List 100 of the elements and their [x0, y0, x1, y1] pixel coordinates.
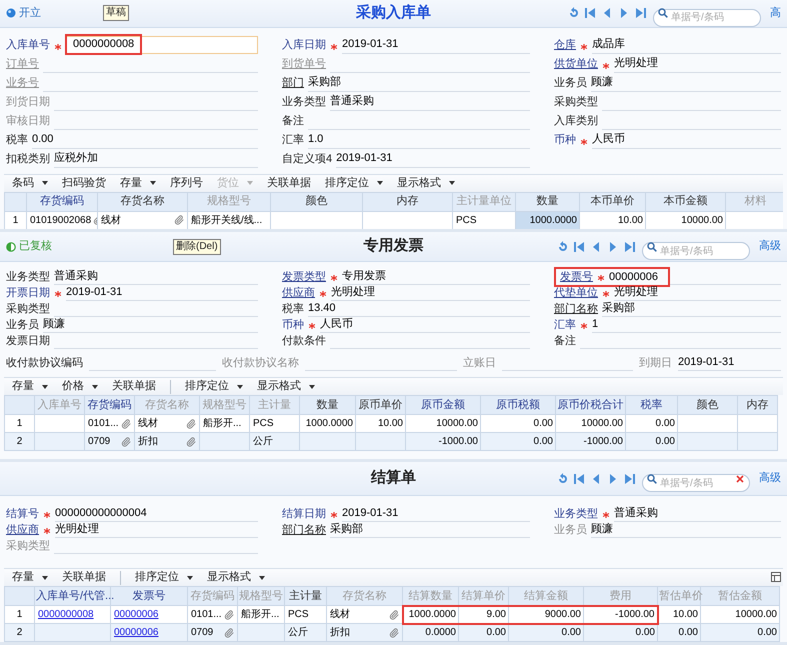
input-field[interactable]: 采购部 [330, 522, 530, 538]
field-label: 业务类型 [554, 506, 598, 522]
field-label: 订单号 [6, 57, 39, 72]
toolbar-button[interactable]: 关联单据 [112, 378, 156, 395]
toolbar-button[interactable]: 关联单据 [267, 174, 311, 192]
field-label: 立账日 [463, 356, 496, 370]
input-field[interactable]: 0.00 [32, 130, 258, 149]
input-field[interactable]: 光明处理 [55, 522, 258, 538]
input-field[interactable]: 顾濂 [43, 317, 258, 333]
input-field[interactable]: 2019-01-31 [336, 148, 530, 168]
input-field[interactable]: 采购部 [308, 72, 530, 92]
table-cell: 船形开... [203, 418, 242, 429]
input-field[interactable]: 1.0 [308, 130, 530, 149]
table-cell: 10000.00 [681, 214, 723, 226]
table-cell: 0.00 [562, 627, 581, 638]
input-field[interactable]: 光明处理 [331, 285, 530, 301]
table-cell: PCS [288, 609, 309, 620]
field-label: 部门名称 [282, 522, 326, 538]
input-field[interactable]: 光明处理 [614, 285, 781, 301]
field-label: 结算日期 [282, 506, 326, 522]
toolbar-button[interactable]: 显示格式 [207, 569, 265, 586]
input-field[interactable]: 1 [592, 317, 781, 333]
input-field[interactable]: 成品库 [592, 34, 781, 54]
input-field[interactable]: 2019-01-31 [678, 353, 781, 371]
column-header[interactable]: 内存 [396, 195, 418, 208]
toolbar-button[interactable]: 关联单据 [62, 569, 106, 586]
toolbar-button[interactable]: 价格 [62, 378, 98, 395]
input-field[interactable]: 2019-01-31 [342, 506, 530, 522]
field-label: 备注 [282, 114, 304, 130]
toolbar-button[interactable]: 存量 [12, 569, 48, 586]
input-field[interactable]: 普通采购 [54, 269, 258, 285]
table-cell: 9.00 [486, 609, 506, 620]
form-title: 采购入库单 [356, 3, 431, 24]
input-field[interactable]: 0000000008 [66, 36, 258, 54]
input-field[interactable]: 专用发票 [342, 269, 530, 285]
last-page-icon[interactable] [634, 6, 648, 20]
paperclip-icon [174, 215, 184, 226]
input-field[interactable]: 光明处理 [614, 54, 781, 73]
field-label: 采购类型 [6, 538, 50, 554]
input-field[interactable]: 000000000000004 [55, 506, 258, 522]
field-label: 仓库 [554, 38, 576, 54]
field-label: 税率 [6, 132, 28, 148]
table-cell: -1000.00 [438, 436, 478, 447]
field-label: 入库类别 [554, 114, 598, 130]
input-field[interactable]: 13.40 [308, 301, 530, 317]
input-field[interactable]: 2019-01-31 [66, 285, 258, 301]
toolbar-button[interactable]: 存量 [12, 378, 48, 395]
field-label: 收付款协议编码 [6, 356, 83, 370]
toolbar-button[interactable]: 序列号 [170, 174, 203, 192]
input-field[interactable]: 顾濂 [591, 522, 781, 538]
refresh-icon[interactable] [568, 7, 580, 20]
last-page-icon[interactable] [623, 472, 637, 486]
search-field[interactable]: 单据号/条码 [642, 242, 750, 260]
field-label: 结算号 [6, 506, 39, 522]
input-field[interactable]: 普通采购 [330, 92, 530, 111]
last-page-icon[interactable] [623, 240, 637, 254]
field-label: 业务号 [6, 76, 39, 92]
search-field[interactable]: 单据号/条码 [653, 8, 761, 27]
toolbar-button[interactable]: 排序定位 [135, 569, 193, 586]
table-cell-text: 线材 [101, 214, 121, 228]
input-field[interactable]: 2019-01-31 [342, 34, 530, 54]
clear-icon[interactable] [736, 474, 744, 482]
search-field[interactable]: 单据号/条码 [642, 474, 750, 492]
toolbar-button[interactable]: 排序定位 [325, 174, 383, 192]
row-number: 1 [16, 418, 22, 429]
toolbar-button[interactable]: 扫码验货 [62, 174, 106, 192]
row-number: 2 [16, 627, 22, 638]
field-label: 供货单位 [554, 57, 598, 72]
column-header[interactable]: 颜色 [306, 195, 328, 208]
toolbar-button[interactable]: 显示格式 [397, 174, 455, 192]
advanced-link[interactable]: 高级 [759, 238, 781, 255]
toolbar-button[interactable]: 条码 [12, 174, 48, 192]
search-icon [647, 242, 657, 252]
layout-icon[interactable] [771, 572, 781, 582]
input-field[interactable]: 普通采购 [614, 506, 781, 522]
field-label: 发票类型 [282, 270, 326, 284]
form-title: 结算单 [371, 468, 416, 488]
table-cell-text: 0101... [191, 608, 222, 622]
column-header[interactable]: 入库单号/代管... [36, 590, 114, 602]
input-field[interactable]: 顾濂 [591, 72, 781, 92]
toolbar-button[interactable]: 显示格式 [257, 378, 315, 395]
input-field[interactable]: 人民币 [592, 130, 781, 149]
first-page-icon[interactable] [583, 6, 597, 20]
table-cell-text: 折扣 [138, 434, 158, 449]
advanced-link[interactable]: 高级 [759, 470, 781, 487]
advanced-link[interactable]: 高 [770, 5, 781, 22]
toolbar-button[interactable]: 存量 [120, 174, 156, 192]
input-field[interactable]: 人民币 [320, 317, 530, 333]
table-cell: 0.00 [534, 436, 553, 447]
refresh-icon[interactable] [557, 240, 569, 252]
first-page-icon[interactable] [572, 240, 586, 254]
first-page-icon[interactable] [572, 472, 586, 486]
table-cell: 10.00 [378, 418, 403, 429]
input-field[interactable]: 采购部 [602, 301, 781, 317]
refresh-icon[interactable] [557, 472, 569, 484]
toolbar-button[interactable]: 排序定位 [185, 378, 243, 395]
table-cell: 10.00 [618, 214, 643, 226]
field-label: 业务员 [554, 522, 587, 538]
field-label: 到货日期 [6, 95, 50, 110]
input-field[interactable]: 应税外加 [54, 148, 258, 168]
